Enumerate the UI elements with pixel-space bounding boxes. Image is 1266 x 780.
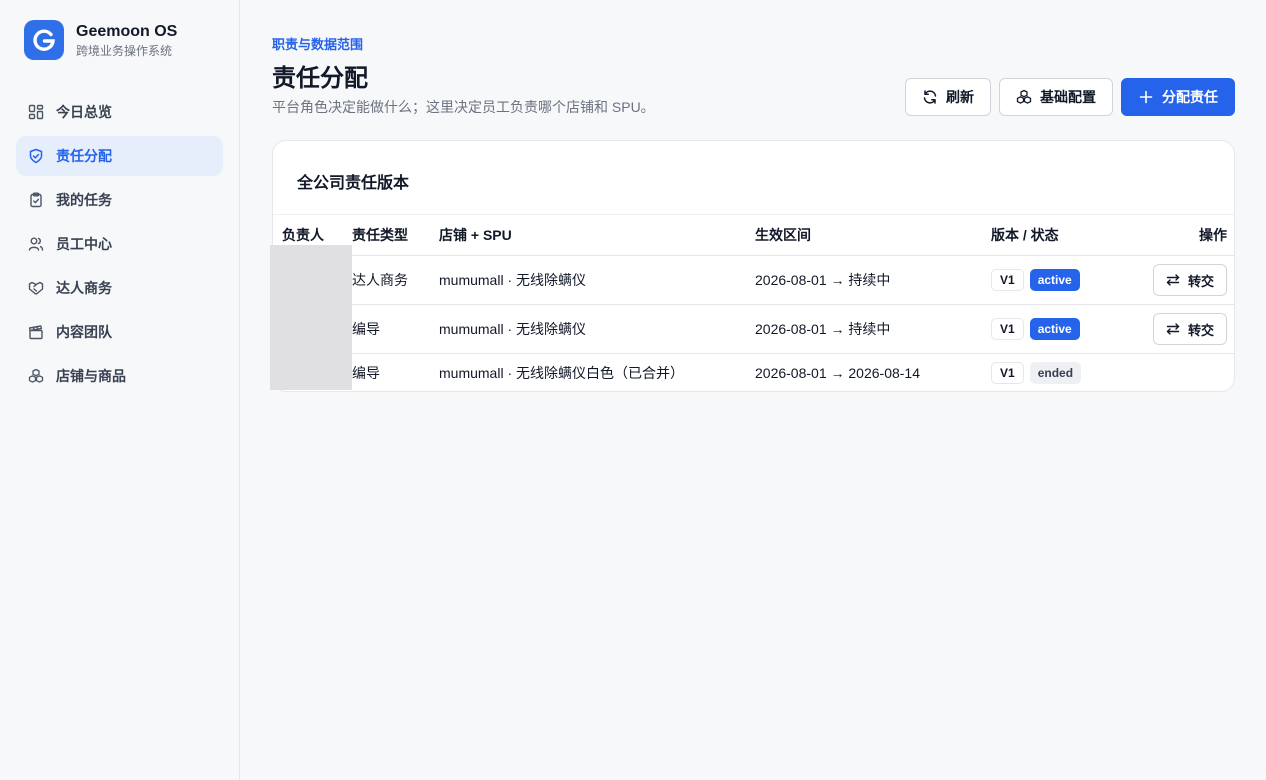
clapperboard-icon	[28, 324, 44, 340]
table-header-row: 负责人 责任类型 店铺 + SPU 生效区间 版本 / 状态 操作	[273, 214, 1234, 256]
sidebar-nav: 今日总览 责任分配 我的任务 员工中心 达人商务 内容团队 店铺与商品	[16, 92, 223, 400]
version-badge: V1	[991, 318, 1024, 340]
sidebar-item-assignment[interactable]: 责任分配	[16, 136, 223, 176]
type-cell: 达人商务	[352, 255, 439, 305]
refresh-label: 刷新	[946, 89, 974, 105]
brand[interactable]: Geemoon OS 跨境业务操作系统	[24, 20, 177, 60]
scope-cell: mumumall · 无线除螨仪	[439, 304, 755, 354]
responsibility-table: 负责人 责任类型 店铺 + SPU 生效区间 版本 / 状态 操作 达人商务 m…	[273, 214, 1234, 392]
redacted-owner-block	[270, 245, 352, 390]
version-badge: V1	[991, 361, 1024, 384]
shield-icon	[28, 148, 44, 164]
column-header-version-status: 版本 / 状态	[991, 214, 1143, 256]
transfer-label: 转交	[1187, 322, 1214, 338]
page-eyebrow: 职责与数据范围	[272, 37, 364, 52]
base-config-button[interactable]: 基础配置	[999, 78, 1113, 116]
type-cell: 编导	[352, 364, 380, 381]
period-cell: 2026-08-01 → 2026-08-14	[755, 364, 921, 381]
status-badge: active	[1029, 318, 1080, 340]
sidebar: Geemoon OS 跨境业务操作系统 今日总览 责任分配 我的任务 员工中心 …	[0, 0, 240, 780]
scope-cell: mumumall · 无线除螨仪白色（已合并）	[439, 364, 685, 381]
transfer-button[interactable]: 转交	[1152, 264, 1227, 296]
sidebar-item-label: 责任分配	[56, 148, 112, 164]
status-badge: ended	[1029, 361, 1082, 384]
table-row: 编导 mumumall · 无线除螨仪 2026-08-01 → 持续中 V1 a…	[273, 304, 1234, 354]
period-cell: 2026-08-01 → 持续中	[755, 304, 991, 354]
app-subtitle: 跨境业务操作系统	[76, 44, 173, 58]
scope-cell: mumumall · 无线除螨仪	[439, 255, 755, 305]
status-badge: active	[1029, 269, 1080, 291]
transfer-label: 转交	[1187, 273, 1214, 289]
header-actions: 刷新 基础配置 分配责任	[905, 78, 1235, 116]
sidebar-item-label: 店铺与商品	[56, 368, 126, 384]
type-cell: 编导	[352, 304, 439, 354]
users-icon	[28, 236, 44, 252]
sidebar-item-label: 内容团队	[56, 324, 112, 340]
transfer-button[interactable]: 转交	[1152, 313, 1227, 345]
base-config-label: 基础配置	[1040, 89, 1096, 105]
sidebar-item-label: 我的任务	[56, 192, 112, 208]
table-row: 达人商务 mumumall · 无线除螨仪 2026-08-01 → 持续中 V…	[273, 255, 1234, 305]
version-status-cell: V1 ended	[991, 354, 1143, 392]
actions-cell	[1143, 354, 1234, 392]
column-header-period: 生效区间	[755, 214, 991, 256]
version-status-cell: V1 active	[991, 304, 1143, 354]
actions-cell: 转交	[1143, 255, 1234, 305]
dashboard-icon	[28, 104, 44, 120]
app-logo-icon	[24, 20, 64, 60]
page-title: 责任分配	[272, 65, 368, 92]
sidebar-item-staff[interactable]: 员工中心	[16, 224, 223, 264]
sidebar-item-my-tasks[interactable]: 我的任务	[16, 180, 223, 220]
version-badge: V1	[991, 269, 1024, 291]
card-title: 全公司责任版本	[297, 175, 410, 192]
refresh-icon	[922, 89, 938, 105]
sidebar-item-overview[interactable]: 今日总览	[16, 92, 223, 132]
sidebar-item-label: 达人商务	[56, 280, 112, 296]
handshake-icon	[28, 280, 44, 296]
actions-cell: 转交	[1143, 304, 1234, 354]
sidebar-item-content-team[interactable]: 内容团队	[16, 312, 223, 352]
sidebar-item-label: 员工中心	[56, 236, 112, 252]
sidebar-item-label: 今日总览	[56, 104, 112, 120]
assign-responsibility-label: 分配责任	[1162, 89, 1218, 105]
transfer-icon	[1166, 273, 1180, 287]
plus-icon	[1138, 89, 1154, 105]
page-description: 平台角色决定能做什么；这里决定员工负责哪个店铺和 SPU。	[272, 99, 655, 115]
refresh-button[interactable]: 刷新	[905, 78, 991, 116]
column-header-actions: 操作	[1143, 214, 1234, 256]
boxes-icon	[28, 368, 44, 384]
sidebar-item-store-products[interactable]: 店铺与商品	[16, 356, 223, 396]
responsibility-card: 全公司责任版本 负责人 责任类型 店铺 + SPU 生效区间 版本 / 状态 操…	[272, 140, 1235, 392]
column-header-scope: 店铺 + SPU	[439, 214, 755, 256]
transfer-icon	[1166, 322, 1180, 336]
clipboard-icon	[28, 192, 44, 208]
boxes-icon	[1016, 89, 1032, 105]
version-status-cell: V1 active	[991, 255, 1143, 305]
period-cell: 2026-08-01 → 持续中	[755, 255, 991, 305]
table-row: 编导 mumumall · 无线除螨仪白色（已合并） 2026-08-01 → …	[273, 354, 1234, 392]
assign-responsibility-button[interactable]: 分配责任	[1121, 78, 1235, 116]
sidebar-item-influencer[interactable]: 达人商务	[16, 268, 223, 308]
column-header-type: 责任类型	[352, 214, 439, 256]
app-name: Geemoon OS	[76, 23, 178, 40]
